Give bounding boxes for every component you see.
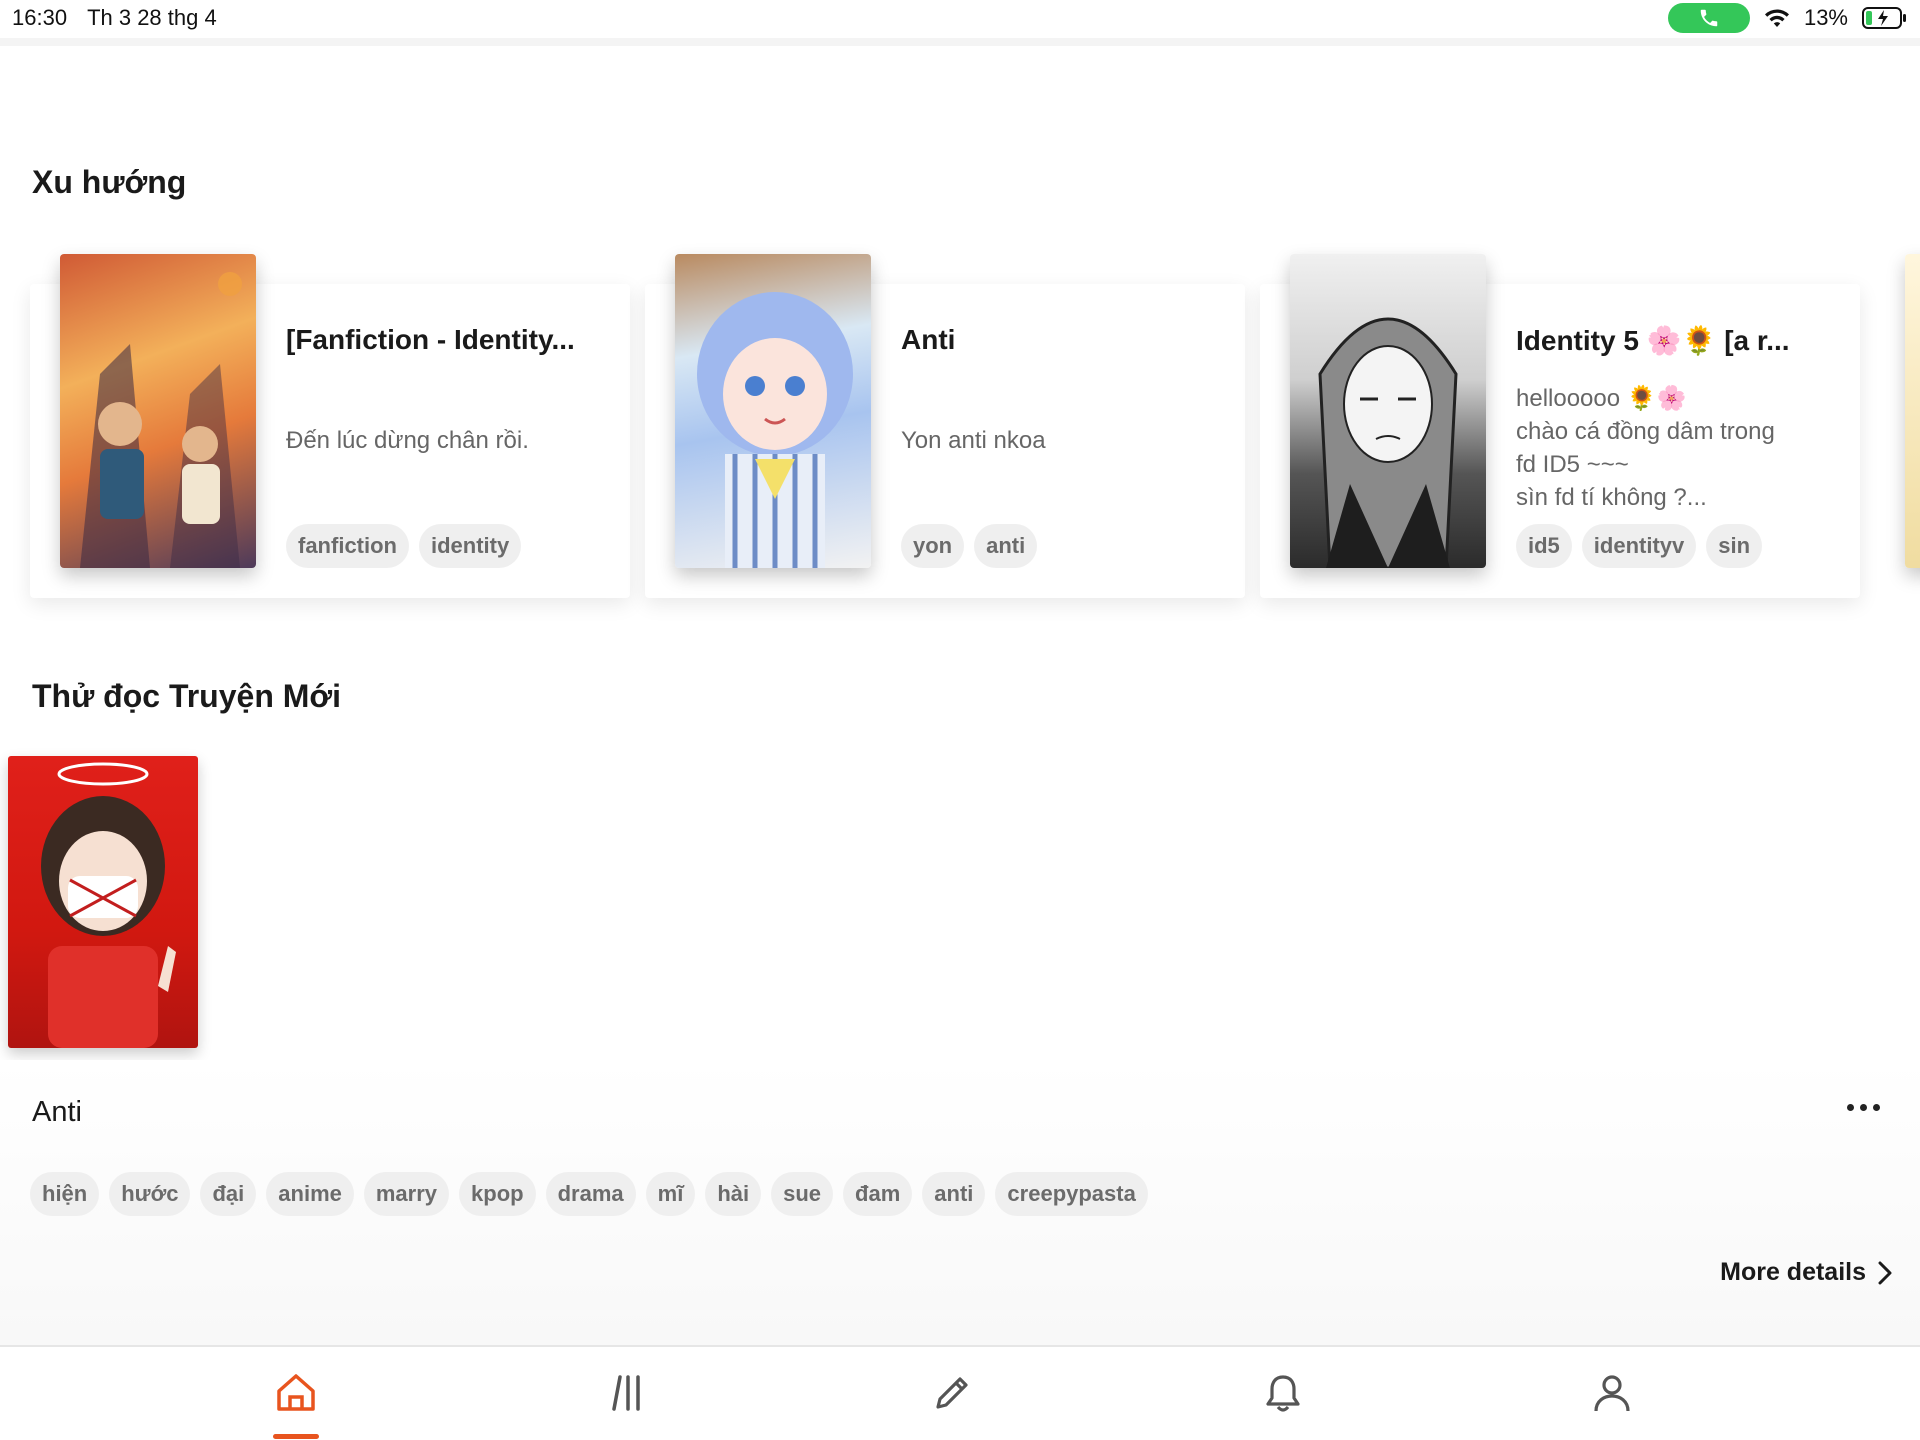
section-title-new-stories: Thử đọc Truyện Mới — [32, 678, 342, 714]
tag-chip[interactable]: anti — [974, 524, 1038, 568]
bottom-nav — [0, 1345, 1920, 1440]
tag-chip[interactable]: fanfiction — [286, 524, 409, 568]
story-cover-image[interactable] — [60, 254, 256, 568]
description-line: hellooooo 🌻🌸 — [1516, 385, 1687, 412]
tag-chip[interactable]: sue — [771, 1172, 834, 1216]
bell-icon[interactable] — [1253, 1371, 1313, 1431]
tag-chip[interactable]: id5 — [1516, 524, 1572, 568]
story-cover-image[interactable] — [1905, 254, 1920, 568]
tag-chip[interactable]: đại — [200, 1172, 257, 1216]
home-icon[interactable] — [266, 1371, 326, 1431]
more-details-label: More details — [1720, 1258, 1866, 1286]
tag-chip[interactable]: kpop — [459, 1172, 536, 1216]
story-cover-image[interactable] — [8, 756, 198, 1048]
tag-row: id5 identityv sin — [1516, 524, 1763, 568]
tag-row: hiện hước đại anime marry kpop drama mĩ … — [30, 1172, 1148, 1216]
battery-percent: 13% — [1803, 5, 1848, 30]
description-line: sìn fd tí không ?... — [1516, 484, 1707, 511]
tag-chip[interactable]: đam — [843, 1172, 913, 1216]
tag-chip[interactable]: hước — [109, 1172, 191, 1216]
tag-chip[interactable]: sin — [1706, 524, 1763, 568]
story-title[interactable]: [Fanfiction - Identity... — [286, 324, 606, 356]
description-line: Yon anti nkoa — [901, 427, 1046, 454]
tag-chip[interactable]: mĩ — [645, 1172, 696, 1216]
tag-row: fanfiction identity — [286, 524, 522, 568]
status-bar: 16:30 Th 3 28 thg 4 13% — [0, 0, 1920, 36]
phone-icon[interactable] — [1667, 3, 1750, 33]
story-cover-image[interactable] — [675, 254, 871, 568]
tag-chip[interactable]: creepypasta — [995, 1172, 1148, 1216]
story-description: Yon anti nkoa — [901, 424, 1211, 457]
trending-carousel[interactable]: [Fanfiction - Identity... Đến lúc dừng c… — [0, 250, 1920, 610]
story-title[interactable]: Anti — [32, 1096, 82, 1129]
tag-chip[interactable]: anti — [922, 1172, 986, 1216]
tag-row: yon anti — [901, 524, 1038, 568]
description-line: fd ID5 ~~~ — [1516, 451, 1629, 478]
profile-icon[interactable] — [1582, 1371, 1642, 1431]
story-description: hellooooo 🌻🌸 chào cá đồng dâm trong fd I… — [1516, 382, 1826, 514]
tag-chip[interactable]: marry — [363, 1172, 450, 1216]
story-title[interactable]: Identity 5 🌸🌻 [a r... — [1516, 324, 1836, 357]
tag-chip[interactable]: identityv — [1581, 524, 1697, 568]
section-title-trending: Xu hướng — [32, 164, 187, 200]
status-date: Th 3 28 thg 4 — [87, 5, 217, 30]
status-time: 16:30 — [12, 5, 68, 30]
tag-chip[interactable]: hiện — [30, 1172, 100, 1216]
story-title[interactable]: Anti — [901, 324, 1221, 356]
more-details-link[interactable]: More details — [1720, 1258, 1892, 1287]
status-divider — [0, 38, 1920, 46]
description-line: Đến lúc dừng chân rồi. — [286, 427, 529, 454]
more-options-icon[interactable] — [1847, 1104, 1880, 1111]
library-icon[interactable] — [596, 1371, 656, 1431]
chevron-right-icon — [1878, 1261, 1892, 1284]
battery-charging-icon — [1862, 6, 1908, 30]
story-cover-image[interactable] — [1290, 254, 1486, 568]
description-line: chào cá đồng dâm trong — [1516, 418, 1775, 445]
story-description: Đến lúc dừng chân rồi. — [286, 424, 596, 457]
active-tab-indicator — [273, 1434, 319, 1439]
pencil-icon[interactable] — [922, 1371, 982, 1431]
new-story-panel: Anti hiện hước đại anime marry kpop dram… — [0, 1060, 1920, 1345]
wifi-icon — [1764, 7, 1790, 29]
tag-chip[interactable]: drama — [545, 1172, 636, 1216]
tag-chip[interactable]: yon — [901, 524, 965, 568]
tag-chip[interactable]: anime — [266, 1172, 354, 1216]
tag-chip[interactable]: identity — [419, 524, 522, 568]
tag-chip[interactable]: hài — [705, 1172, 762, 1216]
